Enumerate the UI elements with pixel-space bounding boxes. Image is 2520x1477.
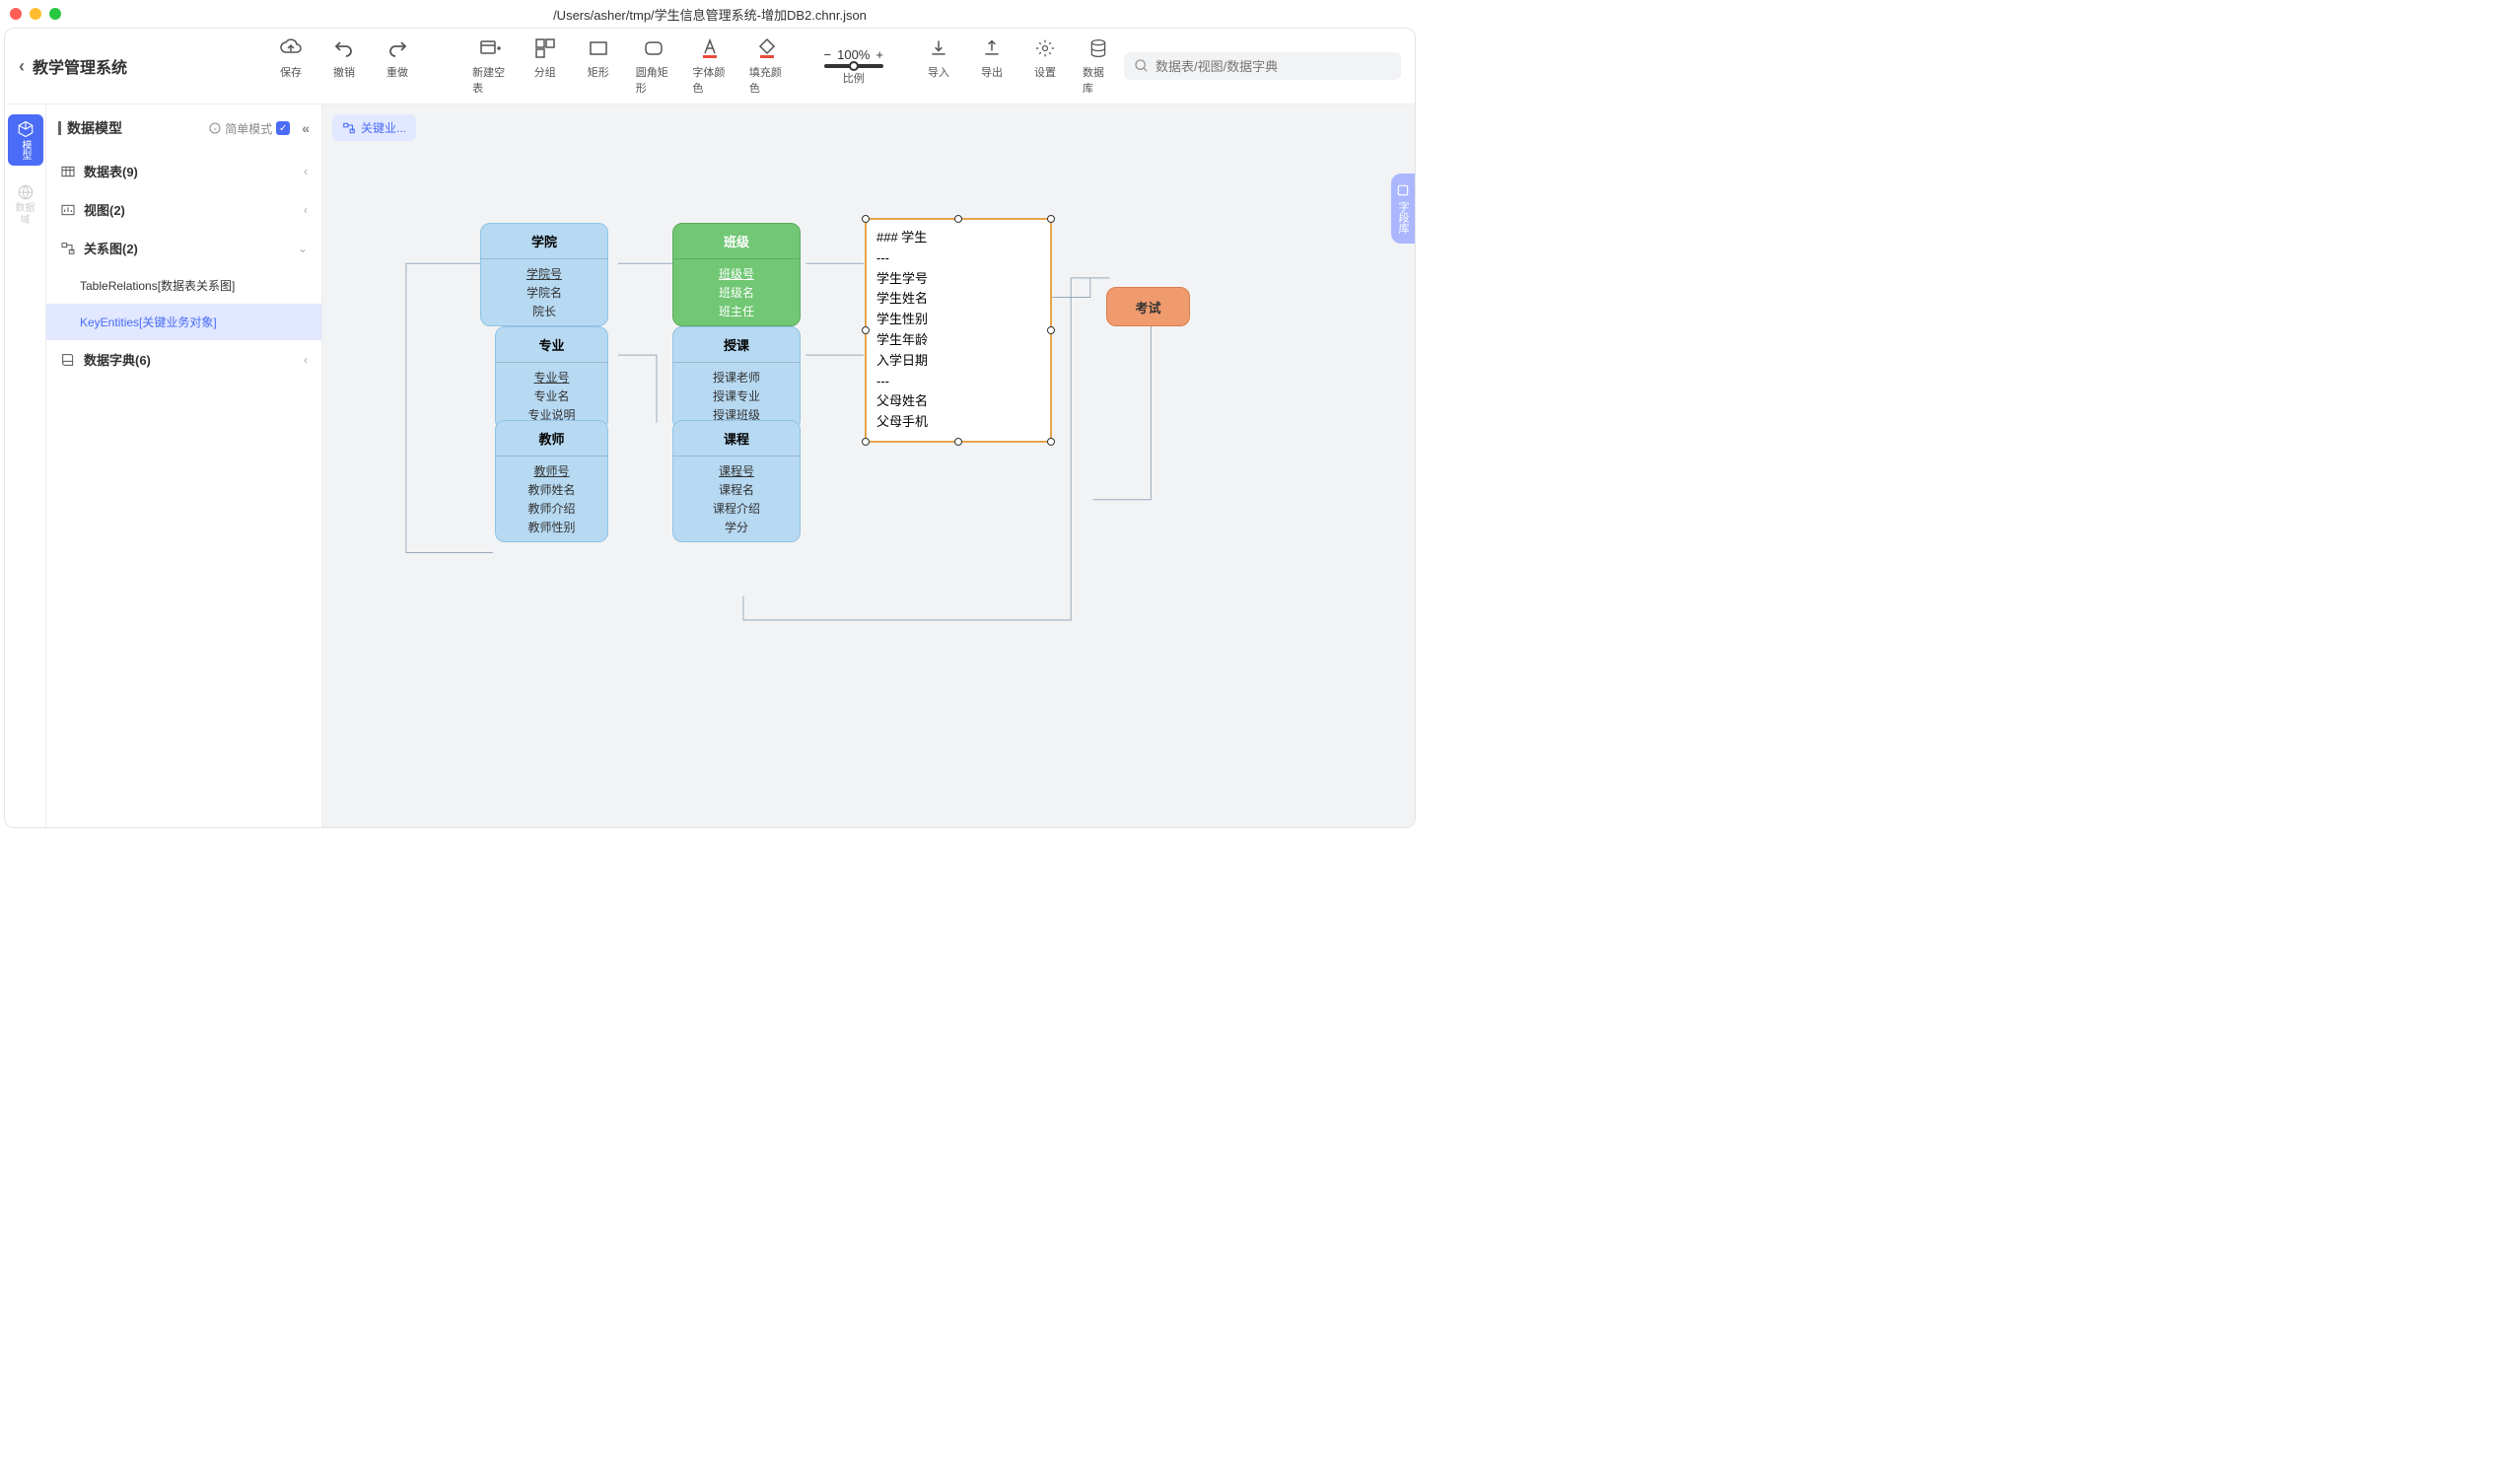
resize-handle[interactable] <box>954 438 962 446</box>
import-button[interactable]: 导入 <box>923 36 954 96</box>
rect-icon <box>587 36 610 60</box>
minimize-icon[interactable] <box>30 8 41 20</box>
rail-domain[interactable]: 数据域 <box>8 177 43 233</box>
zoom-plus-icon[interactable]: + <box>875 47 883 62</box>
search-icon <box>1134 58 1150 74</box>
entity-teach[interactable]: 授课 授课老师 授课专业 授课班级 <box>672 326 801 430</box>
entity-exam[interactable]: 考试 <box>1106 287 1190 326</box>
resize-handle[interactable] <box>1047 438 1055 446</box>
entity-teacher[interactable]: 教师 教师号 教师姓名 教师介绍 教师性别 <box>495 420 608 542</box>
entity-student-note[interactable]: ### 学生 --- 学生学号 学生姓名 学生性别 学生年龄 入学日期 --- … <box>865 218 1052 443</box>
sidebar-item-tables[interactable]: 数据表(9) ‹ <box>46 152 321 190</box>
chevron-down-icon: ⌄ <box>298 242 308 255</box>
entity-college[interactable]: 学院 学院号 学院名 院长 <box>480 223 608 326</box>
table-icon <box>60 164 76 179</box>
entity-course[interactable]: 课程 课程号 课程名 课程介绍 学分 <box>672 420 801 542</box>
book-icon <box>60 352 76 368</box>
resize-handle[interactable] <box>862 326 870 334</box>
round-rect-icon <box>642 36 665 60</box>
simple-mode-toggle[interactable]: 简单模式 ✓ <box>209 120 290 137</box>
chevron-left-icon: ‹ <box>304 203 308 217</box>
back-icon[interactable]: ‹ <box>19 56 25 77</box>
chevron-left-icon: ‹ <box>304 353 308 367</box>
info-icon <box>209 122 221 134</box>
maximize-icon[interactable] <box>49 8 61 20</box>
chart-icon <box>60 202 76 218</box>
window-title: /Users/asher/tmp/学生信息管理系统-增加DB2.chnr.jso… <box>553 5 867 24</box>
cloud-upload-icon <box>279 36 303 60</box>
group-button[interactable]: 分组 <box>529 36 561 96</box>
resize-handle[interactable] <box>1047 326 1055 334</box>
sidebar-item-views[interactable]: 视图(2) ‹ <box>46 190 321 229</box>
page-title: 教学管理系统 <box>33 54 127 78</box>
resize-handle[interactable] <box>862 215 870 223</box>
sidebar-item-er[interactable]: 关系图(2) ⌄ <box>46 229 321 267</box>
chevron-left-icon: ‹ <box>304 165 308 178</box>
er-icon <box>342 121 356 135</box>
cube-icon <box>17 120 35 138</box>
er-icon <box>60 241 76 256</box>
settings-button[interactable]: 设置 <box>1029 36 1061 96</box>
resize-handle[interactable] <box>1047 215 1055 223</box>
sidebar-title: 数据模型 <box>67 118 122 138</box>
fill-color-button[interactable]: 填充颜色 <box>749 36 785 96</box>
undo-button[interactable]: 撤销 <box>328 36 360 96</box>
group-icon <box>533 36 557 60</box>
search-input[interactable] <box>1124 52 1401 80</box>
new-table-icon <box>478 36 502 60</box>
fill-color-icon <box>755 36 779 60</box>
sidebar-item-er-sub1[interactable]: TableRelations[数据表关系图] <box>46 267 321 304</box>
checkbox-icon: ✓ <box>276 121 290 135</box>
database-icon <box>1086 36 1110 60</box>
resize-handle[interactable] <box>862 438 870 446</box>
font-color-icon <box>698 36 722 60</box>
entity-class[interactable]: 班级 班级号 班级名 班主任 <box>672 223 801 326</box>
rect-button[interactable]: 矩形 <box>583 36 614 96</box>
import-icon <box>927 36 950 60</box>
save-button[interactable]: 保存 <box>275 36 307 96</box>
redo-button[interactable]: 重做 <box>382 36 413 96</box>
new-table-button[interactable]: 新建空表 <box>472 36 508 96</box>
zoom-value: 100% <box>837 47 870 62</box>
export-icon <box>980 36 1004 60</box>
sidebar-item-dict[interactable]: 数据字典(6) ‹ <box>46 340 321 379</box>
entity-major[interactable]: 专业 专业号 专业名 专业说明 <box>495 326 608 430</box>
globe-icon <box>17 183 35 201</box>
resize-handle[interactable] <box>954 215 962 223</box>
round-rect-button[interactable]: 圆角矩形 <box>636 36 671 96</box>
redo-icon <box>385 36 409 60</box>
sidebar-item-er-sub2[interactable]: KeyEntities[关键业务对象] <box>46 304 321 340</box>
zoom-control[interactable]: − 100% + 比例 <box>824 47 883 86</box>
gear-icon <box>1033 36 1057 60</box>
collapse-icon[interactable]: « <box>302 120 310 136</box>
tab-key-entities[interactable]: 关键业... <box>332 114 416 141</box>
field-library-button[interactable]: 字段库 <box>1391 174 1415 244</box>
undo-icon <box>332 36 356 60</box>
close-icon[interactable] <box>10 8 22 20</box>
rail-model[interactable]: 模型 <box>8 114 43 166</box>
database-button[interactable]: 数据库 <box>1083 36 1114 96</box>
font-color-button[interactable]: 字体颜色 <box>692 36 728 96</box>
library-icon <box>1396 183 1410 197</box>
zoom-minus-icon[interactable]: − <box>824 47 832 62</box>
export-button[interactable]: 导出 <box>976 36 1008 96</box>
